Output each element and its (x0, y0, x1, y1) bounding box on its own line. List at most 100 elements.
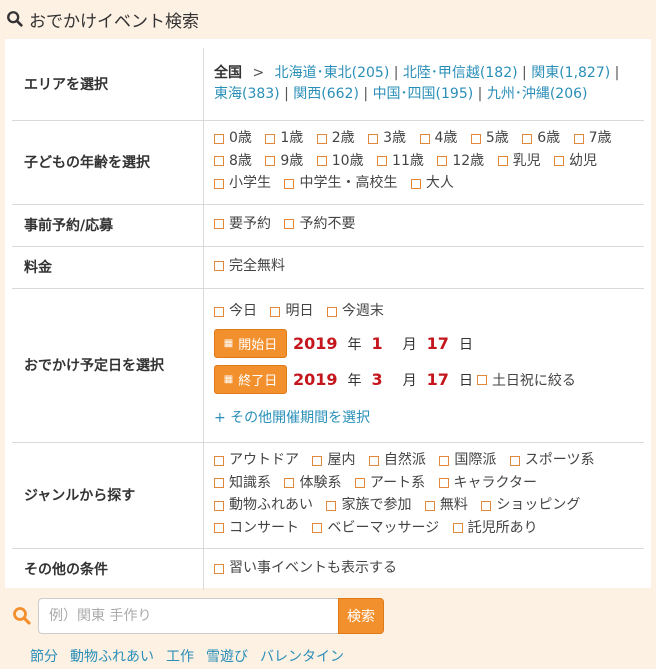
checkbox-age-0[interactable]: 0歳 (214, 128, 252, 149)
checkbox-age-2[interactable]: 2歳 (316, 128, 355, 149)
reservation-row: 事前予約/応募 要予約 予約不要 (12, 204, 644, 247)
checkbox-label: 3歳 (383, 130, 407, 147)
checkbox-icon (312, 523, 323, 533)
checkbox-free[interactable]: 完全無料 (214, 256, 285, 277)
search-button[interactable]: 検索 (338, 598, 384, 634)
checkbox-age-12[interactable]: 12歳 (437, 151, 484, 172)
checkbox-label: 屋内 (327, 452, 356, 468)
tag-link[interactable]: 雪遊び (206, 646, 248, 666)
checkbox-age-junior-high[interactable]: 中学生・高校生 (284, 173, 397, 194)
checkbox-icon (265, 156, 276, 167)
area-link-hokuriku-koshinetsu[interactable]: 北陸･甲信越(182) (403, 65, 518, 81)
checkbox-age-toddler[interactable]: 幼児 (554, 151, 597, 172)
checkbox-label: 動物ふれあい (229, 497, 313, 513)
checkbox-label: 5歳 (485, 130, 509, 147)
checkbox-genre-shopping[interactable]: ショッピング (481, 495, 580, 516)
checkbox-genre-animals[interactable]: 動物ふれあい (214, 495, 313, 516)
area-label: エリアを選択 (12, 48, 204, 121)
checkbox-genre-family[interactable]: 家族で参加 (326, 495, 411, 516)
page-header: おでかけイベント検索 (0, 0, 656, 38)
checkbox-label: 12歳 (452, 152, 485, 169)
area-separator: | (614, 64, 620, 81)
checkbox-include-lessons[interactable]: 習い事イベントも表示する (214, 558, 397, 579)
checkbox-icon (509, 455, 520, 466)
checkbox-label: 0歳 (229, 130, 252, 147)
tag-link[interactable]: 工作 (166, 646, 194, 666)
keyword-input[interactable] (38, 598, 338, 634)
end-date-button[interactable]: ▦ 終了日 (214, 365, 287, 395)
checkbox-age-elementary[interactable]: 小学生 (214, 173, 271, 194)
month-unit: 月 (402, 372, 417, 389)
year-unit: 年 (347, 372, 362, 389)
area-link-kyushu-okinawa[interactable]: 九州･沖縄(206) (487, 86, 588, 102)
end-date-button-label: 終了日 (238, 374, 278, 390)
more-period-link[interactable]: + その他開催期間を選択 (214, 410, 370, 426)
checkbox-age-3[interactable]: 3歳 (368, 128, 406, 149)
checkbox-label: 今週末 (341, 303, 384, 320)
checkbox-icon (214, 219, 224, 230)
checkbox-reservation-required[interactable]: 要予約 (214, 214, 271, 235)
checkbox-reservation-not-required[interactable]: 予約不要 (284, 214, 355, 235)
checkbox-age-adult[interactable]: 大人 (410, 173, 454, 194)
checkbox-genre-concert[interactable]: コンサート (214, 518, 299, 539)
checkbox-icon (214, 455, 224, 466)
date-label: おでかけ予定日を選択 (12, 288, 204, 443)
fee-options: 完全無料 (203, 246, 644, 289)
checkbox-label: 乳児 (512, 152, 541, 169)
checkbox-genre-baby-massage[interactable]: ベビーマッサージ (312, 518, 439, 539)
checkbox-icon (214, 523, 224, 533)
genre-label: ジャンルから探す (12, 442, 204, 549)
checkbox-label: 8歳 (229, 152, 252, 169)
checkbox-genre-knowledge[interactable]: 知識系 (214, 473, 271, 494)
checkbox-genre-indoor[interactable]: 屋内 (312, 450, 355, 471)
checkbox-icon (438, 478, 449, 488)
checkbox-label: 家族で参加 (341, 497, 412, 513)
checkbox-genre-childcare[interactable]: 託児所あり (452, 518, 538, 539)
checkbox-genre-nature[interactable]: 自然派 (368, 450, 426, 471)
checkbox-holidays-only[interactable]: 土日祝に絞る (476, 370, 576, 390)
search-icon (7, 11, 23, 27)
checkbox-label: アート系 (369, 474, 426, 491)
checkbox-age-11[interactable]: 11歳 (377, 151, 424, 172)
checkbox-genre-free[interactable]: 無料 (424, 495, 468, 516)
genre-row: ジャンルから探す アウトドア 屋内 自然派 国際派 スポーツ系 知識系 体験系 … (12, 442, 644, 549)
checkbox-genre-outdoor[interactable]: アウトドア (214, 450, 299, 471)
area-link-tokai[interactable]: 東海(383) (214, 86, 280, 102)
area-link-kansai[interactable]: 関西(662) (293, 86, 359, 102)
checkbox-age-5[interactable]: 5歳 (470, 128, 509, 149)
checkbox-age-6[interactable]: 6歳 (522, 128, 560, 149)
checkbox-age-1[interactable]: 1歳 (265, 128, 303, 149)
checkbox-tomorrow[interactable]: 明日 (270, 301, 313, 322)
checkbox-this-weekend[interactable]: 今週末 (326, 301, 384, 322)
checkbox-age-10[interactable]: 10歳 (316, 151, 364, 172)
end-day: 17 (426, 370, 449, 390)
checkbox-genre-art[interactable]: アート系 (354, 473, 426, 494)
checkbox-age-9[interactable]: 9歳 (265, 151, 303, 172)
checkbox-label: 中学生・高校生 (299, 175, 398, 192)
checkbox-genre-sports[interactable]: スポーツ系 (509, 450, 595, 471)
checkbox-genre-experience[interactable]: 体験系 (284, 473, 341, 494)
area-link-hokkaido-tohoku[interactable]: 北海道･東北(205) (275, 65, 390, 81)
checkbox-label: 完全無料 (229, 257, 285, 274)
checkbox-today[interactable]: 今日 (214, 301, 257, 322)
checkbox-genre-international[interactable]: 国際派 (439, 450, 496, 471)
day-unit: 日 (458, 372, 473, 389)
tag-link[interactable]: バレンタイン (260, 646, 344, 666)
checkbox-icon (368, 133, 379, 144)
checkbox-age-7[interactable]: 7歳 (573, 128, 612, 149)
search-icon (13, 607, 31, 625)
checkbox-label: 11歳 (392, 152, 424, 169)
area-link-kanto[interactable]: 関東(1,827) (531, 65, 610, 81)
tag-link[interactable]: 動物ふれあい (70, 646, 154, 666)
checkbox-age-8[interactable]: 8歳 (214, 151, 252, 172)
checkbox-icon (497, 156, 508, 167)
tag-link[interactable]: 節分 (30, 646, 58, 666)
checkbox-icon (316, 133, 327, 144)
checkbox-age-4[interactable]: 4歳 (419, 128, 457, 149)
checkbox-label: 小学生 (229, 175, 271, 192)
area-link-chugoku-shikoku[interactable]: 中国･四国(195) (373, 86, 474, 102)
start-date-button[interactable]: ▦ 開始日 (214, 329, 287, 359)
checkbox-age-infant[interactable]: 乳児 (497, 151, 541, 172)
checkbox-label: 託児所あり (467, 519, 538, 536)
checkbox-genre-character[interactable]: キャラクター (438, 473, 537, 494)
